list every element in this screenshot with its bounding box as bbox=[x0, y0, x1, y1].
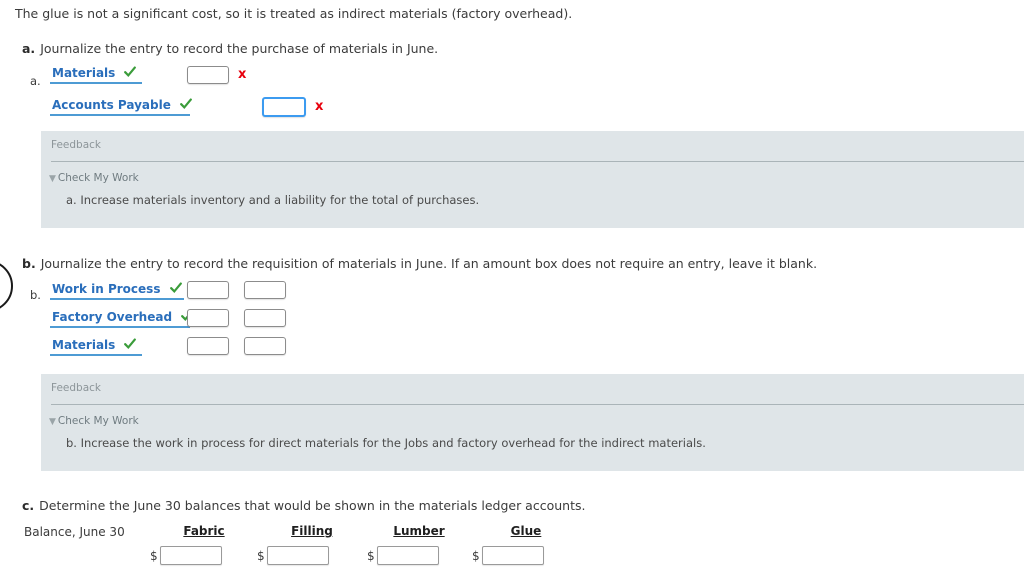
account-select-materials-b[interactable]: Materials bbox=[50, 336, 142, 356]
balance-input-glue[interactable] bbox=[482, 546, 544, 565]
check-my-work-label: Check My Work bbox=[57, 172, 139, 184]
feedback-panel-a: Feedback ▼ Check My Work a. Increase mate… bbox=[41, 131, 1024, 228]
x-icon: x bbox=[238, 67, 247, 82]
column-header-filling: Filling bbox=[291, 524, 333, 538]
check-icon bbox=[169, 281, 182, 297]
credit-amount-input-materials-b[interactable] bbox=[244, 337, 286, 355]
question-b-letter: b. bbox=[22, 256, 36, 271]
feedback-divider bbox=[51, 404, 1024, 405]
column-header-lumber: Lumber bbox=[393, 524, 445, 538]
question-c-prompt: c. Determine the June 30 balances that wo… bbox=[22, 498, 585, 513]
check-my-work-label: Check My Work bbox=[57, 415, 139, 427]
feedback-title: Feedback bbox=[51, 382, 102, 394]
question-a-text: Journalize the entry to record the purch… bbox=[40, 41, 439, 56]
account-name-label: Factory Overhead bbox=[52, 310, 173, 324]
question-a-letter: a. bbox=[22, 41, 36, 56]
feedback-divider bbox=[51, 161, 1024, 162]
question-c-text: Determine the June 30 balances that woul… bbox=[39, 498, 586, 513]
balance-input-filling[interactable] bbox=[267, 546, 329, 565]
account-name-label: Work in Process bbox=[52, 282, 161, 296]
balance-input-fabric[interactable] bbox=[160, 546, 222, 565]
chevron-down-icon: ▼ bbox=[49, 417, 56, 427]
column-header-fabric: Fabric bbox=[183, 524, 225, 538]
debit-amount-input-factory-overhead[interactable] bbox=[187, 309, 229, 327]
feedback-panel-b: Feedback ▼ Check My Work b. Increase the … bbox=[41, 374, 1024, 471]
question-a-prompt: a. Journalize the entry to record the pur… bbox=[22, 41, 438, 56]
question-b-text: Journalize the entry to record the requi… bbox=[40, 256, 818, 271]
account-name-label: Materials bbox=[52, 66, 116, 80]
currency-symbol: $ bbox=[150, 549, 158, 563]
feedback-body: a. Increase materials inventory and a li… bbox=[66, 193, 480, 207]
check-icon bbox=[180, 97, 192, 113]
x-icon: x bbox=[315, 99, 324, 114]
column-header-glue: Glue bbox=[510, 524, 542, 538]
chevron-down-icon: ▼ bbox=[49, 174, 56, 184]
check-my-work-toggle[interactable]: ▼ Check My Work bbox=[49, 172, 139, 184]
check-icon bbox=[124, 65, 137, 81]
intro-paragraph: The glue is not a significant cost, so i… bbox=[15, 6, 573, 21]
account-name-label: Accounts Payable bbox=[52, 98, 171, 112]
question-b-prompt: b. Journalize the entry to record the req… bbox=[22, 256, 817, 271]
feedback-title: Feedback bbox=[51, 139, 102, 151]
account-select-materials[interactable]: Materials bbox=[50, 64, 142, 84]
account-select-factory-overhead[interactable]: Factory Overhead bbox=[50, 308, 194, 328]
debit-amount-input-materials-b[interactable] bbox=[187, 337, 229, 355]
handdrawn-circle-annotation bbox=[0, 263, 13, 309]
currency-symbol: $ bbox=[367, 549, 375, 563]
entry-b-index: b. bbox=[30, 288, 41, 302]
debit-amount-input-work-in-process[interactable] bbox=[187, 281, 229, 299]
feedback-body: b. Increase the work in process for dire… bbox=[66, 436, 706, 450]
account-select-work-in-process[interactable]: Work in Process bbox=[50, 280, 184, 300]
account-select-accounts-payable[interactable]: Accounts Payable bbox=[50, 96, 192, 116]
credit-amount-input-work-in-process[interactable] bbox=[244, 281, 286, 299]
check-icon bbox=[124, 337, 137, 353]
question-c-letter: c. bbox=[22, 498, 35, 513]
account-name-label: Materials bbox=[52, 338, 116, 352]
credit-amount-input-accounts-payable[interactable] bbox=[262, 97, 306, 117]
balance-row-label: Balance, June 30 bbox=[24, 525, 125, 539]
check-my-work-toggle[interactable]: ▼ Check My Work bbox=[49, 415, 139, 427]
credit-amount-input-factory-overhead[interactable] bbox=[244, 309, 286, 327]
balance-input-lumber[interactable] bbox=[377, 546, 439, 565]
currency-symbol: $ bbox=[257, 549, 265, 563]
entry-a-index: a. bbox=[30, 74, 41, 88]
debit-amount-input-materials[interactable] bbox=[187, 66, 229, 84]
currency-symbol: $ bbox=[472, 549, 480, 563]
